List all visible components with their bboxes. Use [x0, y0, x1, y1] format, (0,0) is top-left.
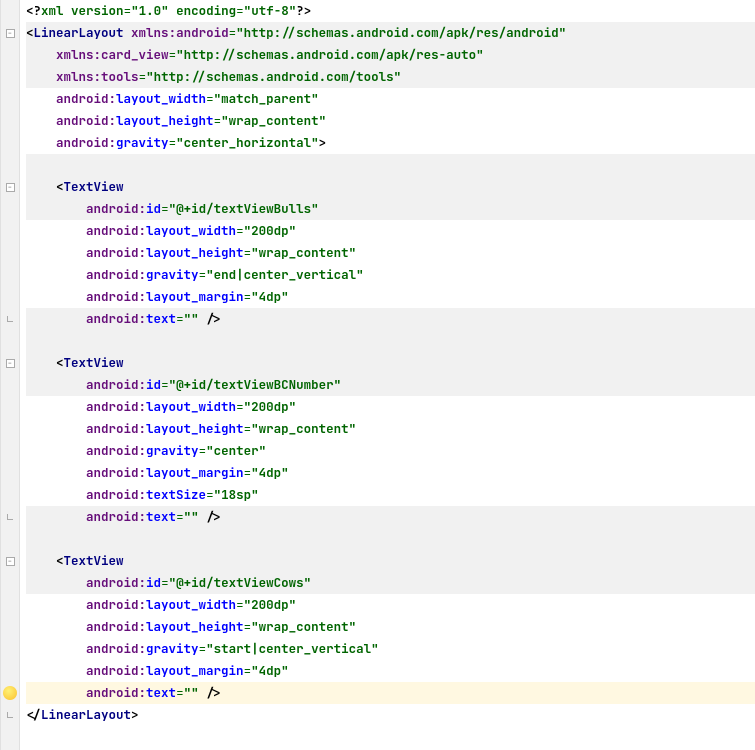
code-line: xmlns:card_view="http://schemas.android.… — [26, 44, 755, 66]
code-line: android:layout_margin="4dp" — [26, 462, 755, 484]
code-line — [26, 528, 755, 550]
code-line: <?xml version="1.0" encoding="utf-8"?> — [26, 0, 755, 22]
fold-icon[interactable] — [6, 183, 15, 192]
code-line: android:layout_height="wrap_content" — [26, 242, 755, 264]
lightbulb-icon[interactable] — [3, 686, 17, 700]
code-line: android:layout_width="200dp" — [26, 220, 755, 242]
code-area[interactable]: <?xml version="1.0" encoding="utf-8"?> <… — [20, 0, 755, 750]
code-line: <TextView — [26, 352, 755, 374]
fold-end-icon — [6, 315, 15, 324]
code-editor[interactable]: <?xml version="1.0" encoding="utf-8"?> <… — [0, 0, 755, 750]
code-line: android:layout_width="match_parent" — [26, 88, 755, 110]
code-line — [26, 330, 755, 352]
gutter — [0, 0, 20, 750]
code-line: android:gravity="end|center_vertical" — [26, 264, 755, 286]
code-line: android:layout_height="wrap_content" — [26, 418, 755, 440]
code-line: android:layout_height="wrap_content" — [26, 110, 755, 132]
fold-end-icon — [6, 711, 15, 720]
code-line: <LinearLayout xmlns:android="http://sche… — [26, 22, 755, 44]
code-line: android:text="" /> — [26, 506, 755, 528]
code-line: </LinearLayout> — [26, 704, 755, 726]
code-line: xmlns:tools="http://schemas.android.com/… — [26, 66, 755, 88]
code-line: android:gravity="start|center_vertical" — [26, 638, 755, 660]
code-line-current: android:text="" /> — [26, 682, 755, 704]
code-line: android:gravity="center" — [26, 440, 755, 462]
fold-icon[interactable] — [6, 29, 15, 38]
code-line: android:id="@+id/textViewCows" — [26, 572, 755, 594]
code-line: android:id="@+id/textViewBulls" — [26, 198, 755, 220]
code-line: android:id="@+id/textViewBCNumber" — [26, 374, 755, 396]
code-line: android:layout_width="200dp" — [26, 594, 755, 616]
code-line: <TextView — [26, 176, 755, 198]
code-line: <TextView — [26, 550, 755, 572]
code-line: android:layout_margin="4dp" — [26, 660, 755, 682]
fold-icon[interactable] — [6, 359, 15, 368]
fold-icon[interactable] — [6, 557, 15, 566]
code-line: android:layout_width="200dp" — [26, 396, 755, 418]
code-line: android:layout_margin="4dp" — [26, 286, 755, 308]
code-line: android:textSize="18sp" — [26, 484, 755, 506]
code-line: android:gravity="center_horizontal"> — [26, 132, 755, 154]
code-line: android:layout_height="wrap_content" — [26, 616, 755, 638]
code-line — [26, 154, 755, 176]
code-line: android:text="" /> — [26, 308, 755, 330]
fold-end-icon — [6, 513, 15, 522]
